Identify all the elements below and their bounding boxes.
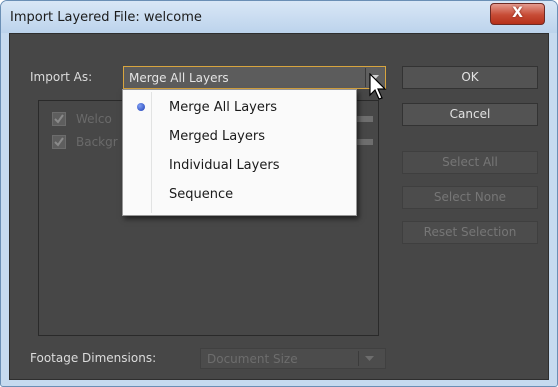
close-button[interactable]: X: [490, 3, 545, 25]
menu-item-individual-layers[interactable]: Individual Layers: [125, 151, 354, 180]
mouse-cursor-icon: [369, 73, 387, 100]
window-title: Import Layered File: welcome: [10, 10, 202, 25]
import-as-menu[interactable]: Merge All Layers Merged Layers Individua…: [122, 89, 357, 216]
layer-name: Backgr: [76, 135, 118, 149]
reset-selection-button[interactable]: Reset Selection: [402, 221, 538, 244]
layer-checkbox[interactable]: [52, 135, 66, 149]
menu-item-label: Merge All Layers: [169, 100, 277, 115]
layer-option-bar: [355, 116, 373, 122]
footage-dimensions-dropdown[interactable]: Document Size: [200, 348, 386, 369]
layer-checkbox[interactable]: [52, 112, 66, 126]
import-as-value: Merge All Layers: [129, 71, 229, 85]
close-icon: X: [512, 5, 523, 21]
menu-item-merge-all-layers[interactable]: Merge All Layers: [125, 93, 354, 122]
chevron-down-icon: [365, 356, 374, 361]
checkmark-icon: [54, 137, 64, 147]
cancel-button[interactable]: Cancel: [402, 103, 538, 126]
menu-item-merged-layers[interactable]: Merged Layers: [125, 122, 354, 151]
import-as-label: Import As:: [30, 70, 93, 84]
checkmark-icon: [54, 114, 64, 124]
footage-dimensions-value: Document Size: [207, 352, 298, 366]
menu-item-label: Sequence: [169, 187, 234, 202]
select-all-button[interactable]: Select All: [402, 151, 538, 174]
footage-dimensions-label: Footage Dimensions:: [30, 351, 157, 365]
layer-name: Welco: [76, 112, 112, 126]
import-dialog: Import Layered File: welcome X Import As…: [0, 0, 558, 387]
ok-button[interactable]: OK: [402, 66, 538, 89]
layer-option-bar: [355, 139, 373, 145]
title-bar[interactable]: Import Layered File: welcome X: [1, 1, 557, 33]
menu-item-label: Merged Layers: [169, 129, 265, 144]
menu-item-label: Individual Layers: [169, 158, 280, 173]
menu-item-sequence[interactable]: Sequence: [125, 180, 354, 209]
dropdown-divider: [358, 351, 359, 366]
import-as-dropdown[interactable]: Merge All Layers: [123, 66, 386, 89]
select-none-button[interactable]: Select None: [402, 186, 538, 209]
radio-dot-icon: [137, 103, 145, 111]
